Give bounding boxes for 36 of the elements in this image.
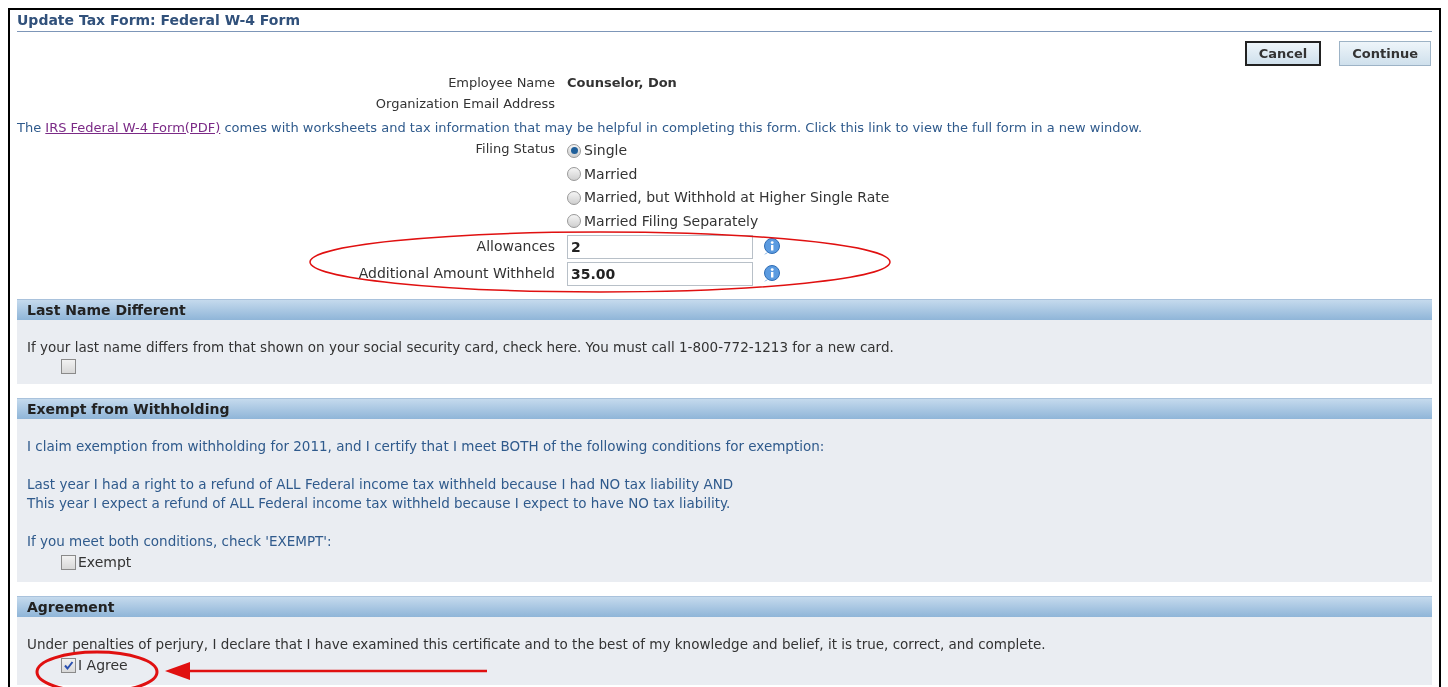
section-header: Last Name Different	[17, 299, 1432, 320]
form-link[interactable]: IRS Federal W-4 Form(PDF)	[45, 120, 221, 135]
page-title: Update Tax Form: Federal W-4 Form	[17, 10, 1432, 32]
text-field[interactable]: 2	[567, 234, 753, 259]
section-text: Last year I had a right to a refund of ALL Federal income tax withheld because I had NO tax liability AND This year I expect a refund of ALL Federal income tax withheld because I expect to have NO tax liability.	[27, 475, 735, 513]
section-header: Agreement	[17, 596, 1432, 617]
radio-button[interactable]	[567, 214, 581, 229]
section-text: If your last name differs from that shown on your social security card, check here. You must call 1-800-772-1213 for a new card.	[27, 338, 895, 357]
intro-text: The IRS Federal W-4 Form(PDF) comes with worksheets and tax information that may be helpful in completing this form. Click this link to view the full form in a new window.	[17, 119, 1144, 137]
section-text: I claim exemption from withholding for 2011, and I certify that I meet BOTH of the following conditions for exemption:	[27, 437, 826, 456]
field-label: Additional Amount Withheld	[357, 264, 555, 283]
radio-button[interactable]	[567, 167, 581, 182]
info-icon[interactable]	[761, 264, 783, 283]
radio-label: Married, but Withhold at Higher Single Rate	[584, 188, 890, 208]
section-text: Under penalties of perjury, I declare that I have examined this certificate and to the best of my knowledge and belief, it is true, correct, and complete.	[27, 635, 1047, 654]
info-icon[interactable]	[761, 237, 783, 256]
radio-button[interactable]	[567, 143, 581, 158]
checkbox-label: Exempt	[78, 553, 132, 572]
radio-label: Single	[584, 141, 628, 161]
radio-label: Married	[584, 164, 638, 184]
field-label: Filing Status	[474, 140, 555, 158]
section-text: If you meet both conditions, check 'EXEMPT':	[27, 532, 333, 551]
continue-button[interactable]: Continue	[1339, 41, 1431, 66]
radio-label: Married Filing Separately	[584, 211, 759, 231]
checkbox[interactable]	[61, 658, 76, 673]
checkbox-label: I Agree	[78, 656, 128, 675]
checkbox[interactable]	[61, 359, 76, 374]
cancel-button[interactable]: Cancel	[1244, 41, 1322, 66]
employee-name: Counselor, Don	[567, 74, 678, 92]
radio-button[interactable]	[567, 190, 581, 205]
field-label: Allowances	[475, 237, 555, 256]
field-label: Organization Email Address	[374, 95, 555, 113]
text-field[interactable]: 35.00	[567, 261, 753, 286]
checkbox[interactable]	[61, 555, 76, 570]
field-label: Employee Name	[447, 74, 555, 92]
section-header: Exempt from Withholding	[17, 398, 1432, 419]
